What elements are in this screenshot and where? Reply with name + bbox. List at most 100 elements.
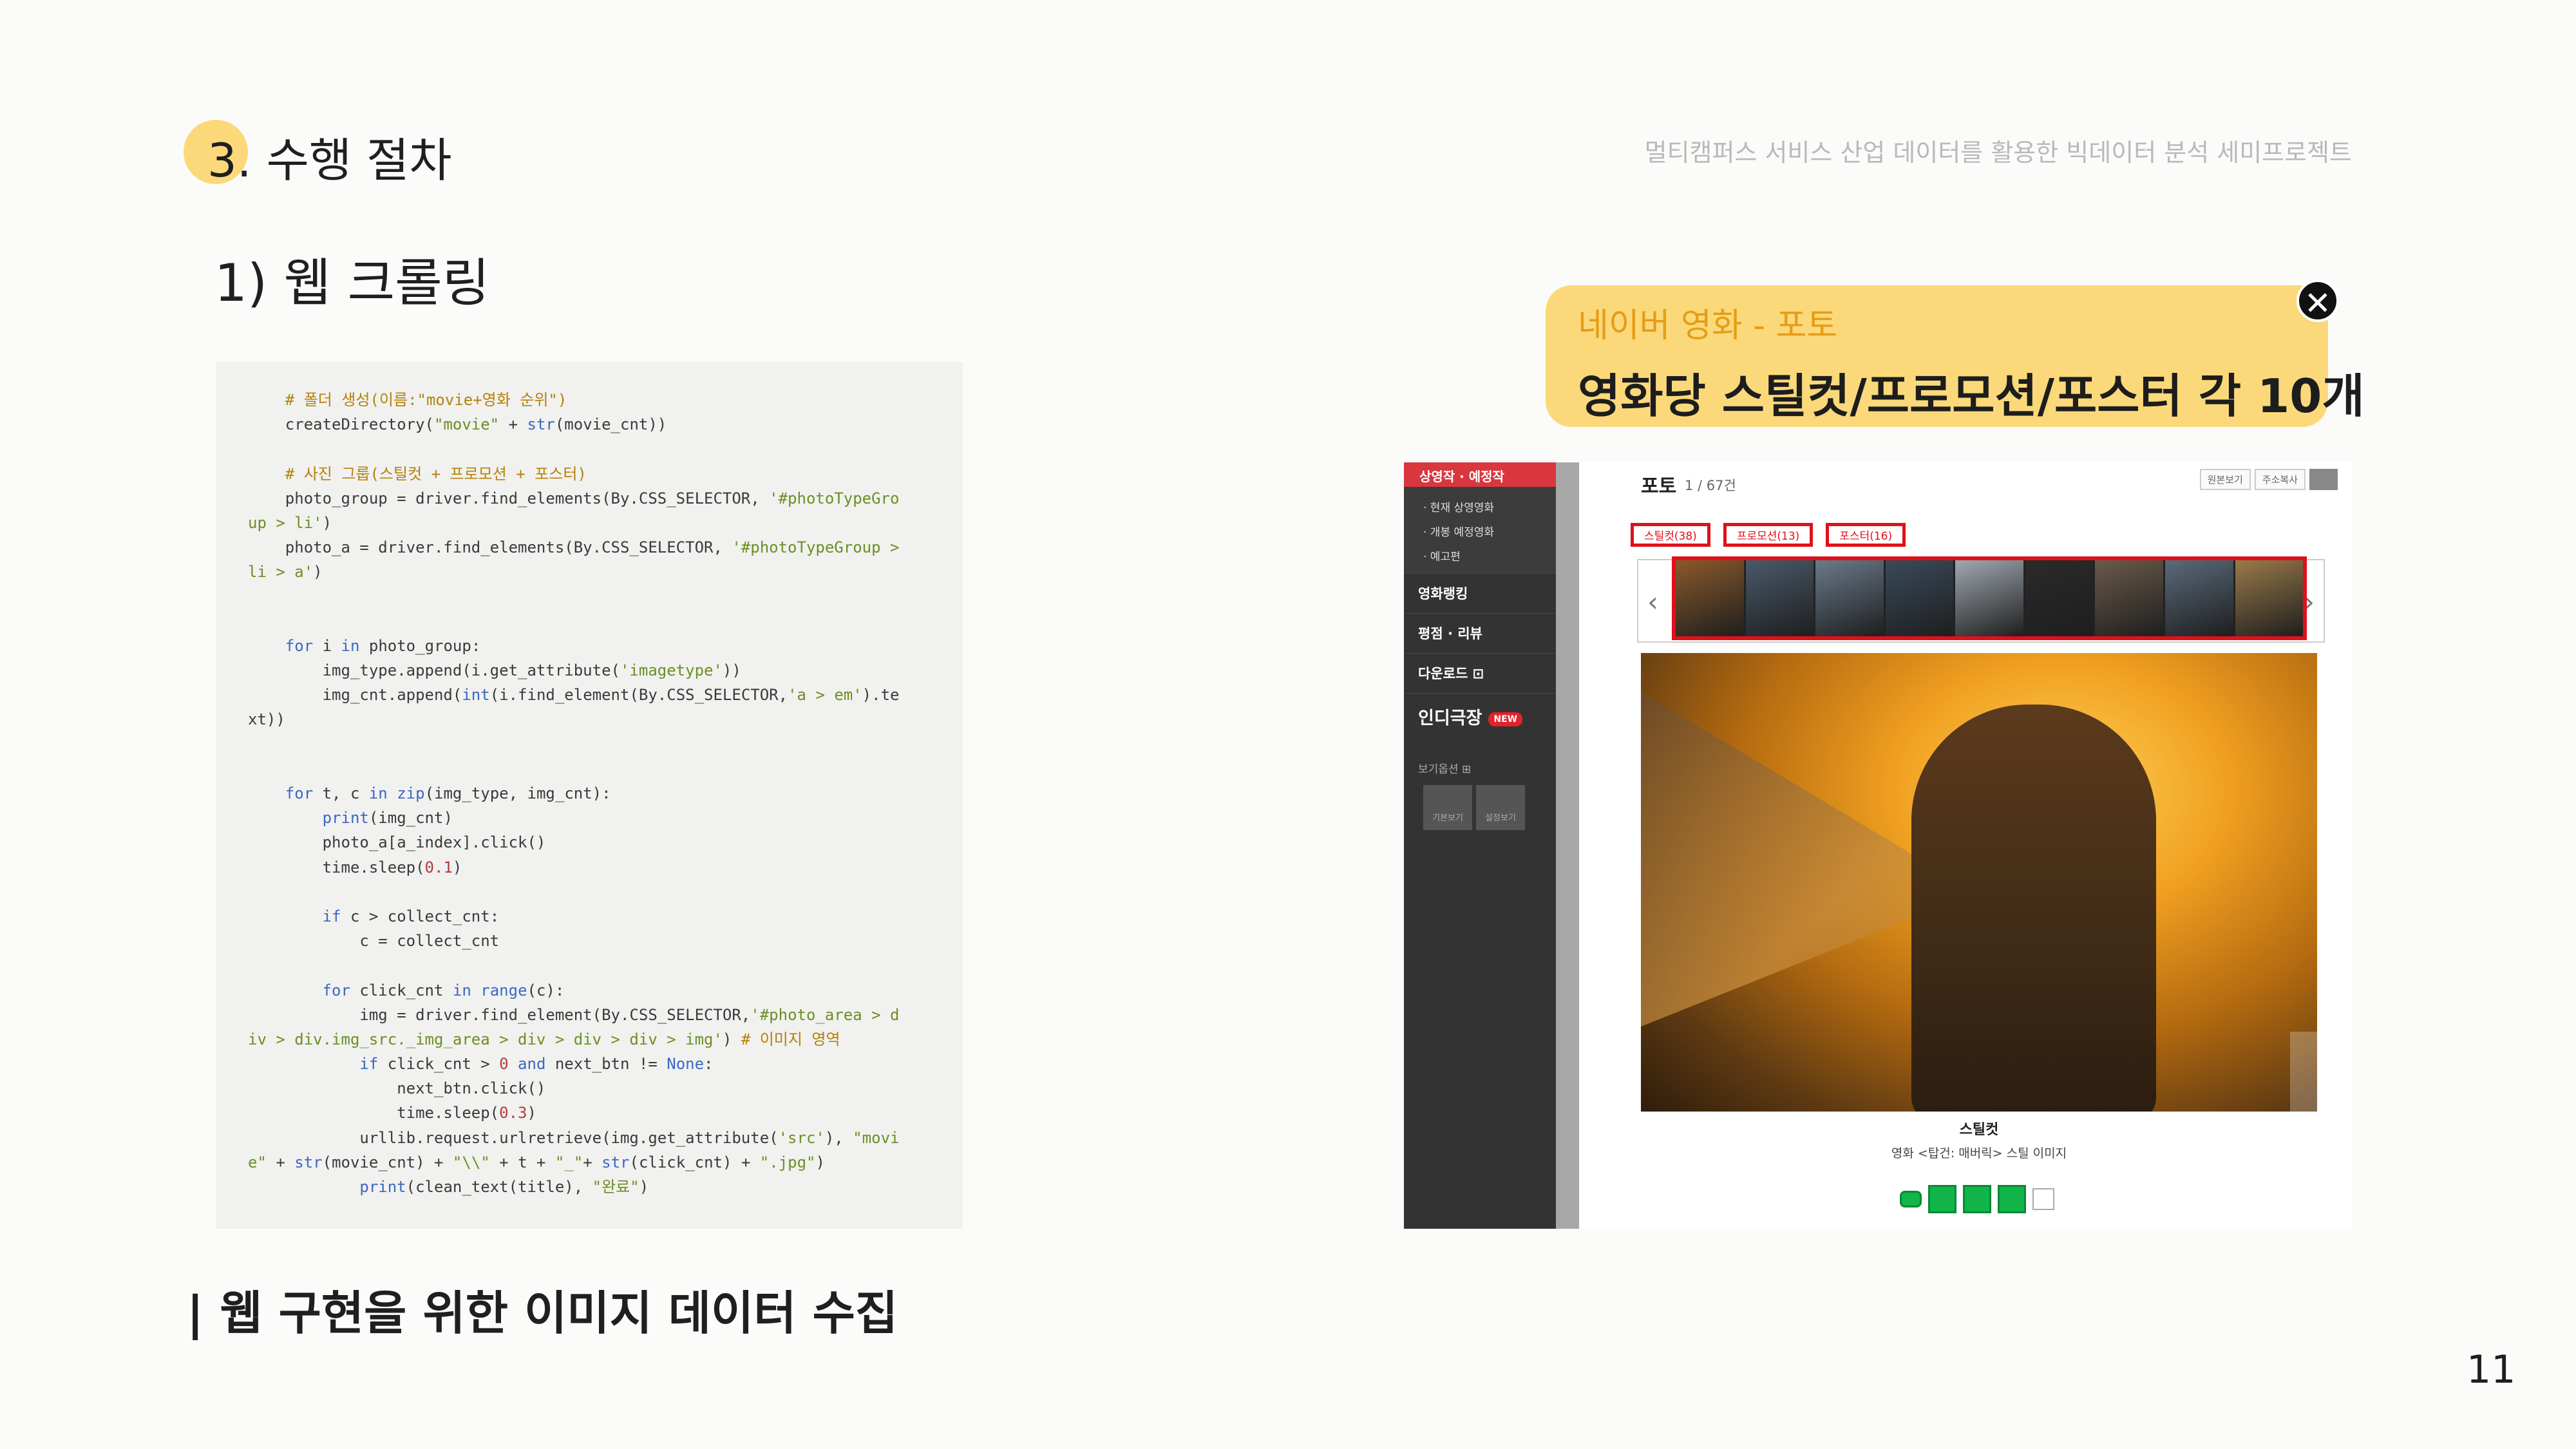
code-token: img = driver.find_element(By.CSS_SELECTO… [248, 1005, 751, 1024]
view-option-default[interactable]: 기본보기 [1423, 785, 1472, 830]
code-token: 'a > em' [788, 686, 862, 705]
copy-address-button[interactable]: 주소복사 [2254, 469, 2306, 490]
code-token: "_" [554, 1153, 583, 1171]
code-line: if click_cnt > 0 and next_btn != None: [248, 1052, 943, 1076]
code-token: xt)) [248, 710, 285, 729]
thumbnail-image[interactable] [2095, 560, 2163, 636]
code-line: img = driver.find_element(By.CSS_SELECTO… [248, 1003, 943, 1027]
code-line: # 사진 그룹(스틸컷 + 프로모션 + 포스터) [248, 462, 943, 486]
code-token: if [322, 907, 341, 925]
naver-movie-screenshot: 상영작 · 예정작 · 현재 상영영화 · 개봉 예정영화 · 예고편 영화랭킹… [1404, 462, 2352, 1229]
code-line: for t, c in zip(img_type, img_cnt): [248, 781, 943, 806]
chevron-left-icon[interactable]: ‹ [1647, 586, 1658, 618]
sidebar-header[interactable]: 상영작 · 예정작 [1404, 462, 1556, 487]
indie-label: 인디극장 [1418, 708, 1482, 728]
presentation-subtitle: 멀티캠퍼스 서비스 산업 데이터를 활용한 빅데이터 분석 세미프로젝트 [1644, 138, 2352, 167]
code-line: createDirectory("movie" + str(movie_cnt)… [248, 412, 943, 437]
code-line: e" + str(movie_cnt) + "\\" + t + "_"+ st… [248, 1150, 943, 1175]
code-token: urllib.request.urlretrieve(img.get_attri… [248, 1128, 779, 1147]
sidebar-item-download[interactable]: 다운로드 ⊡ [1404, 653, 1556, 693]
view-option-boxes: 기본보기 설정보기 [1404, 785, 1556, 830]
band-share-icon[interactable] [1998, 1185, 2026, 1213]
thumbnail-image[interactable] [2025, 560, 2094, 636]
code-line: iv > div.img_src._img_area > div > div >… [248, 1027, 943, 1052]
thumbnail-image[interactable] [1885, 560, 1954, 636]
sidebar-item-indie[interactable]: 인디극장 NEW [1404, 693, 1556, 743]
close-icon[interactable]: ✕ [2297, 279, 2339, 322]
code-line: photo_a = driver.find_elements(By.CSS_SE… [248, 535, 943, 560]
callout-subtitle: 네이버 영화 - 포토 [1578, 307, 1838, 345]
code-token: time.sleep( [248, 1104, 500, 1122]
thumbnail-image[interactable] [1815, 560, 1884, 636]
code-token: # 폴더 생성(이름:"movie+영화 순위") [248, 391, 567, 409]
thumbnail-image[interactable] [2235, 560, 2304, 636]
tab-stillcut[interactable]: 스틸컷(38) [1631, 523, 1710, 547]
main-photo: › [1641, 653, 2317, 1112]
code-token: ) [322, 513, 332, 532]
bookmark-icon[interactable] [1963, 1185, 1991, 1213]
sidebar-sub-item[interactable]: · 예고편 [1423, 545, 1556, 569]
tab-poster[interactable]: 포스터(16) [1826, 523, 1906, 547]
code-panel: # 폴더 생성(이름:"movie+영화 순위") createDirector… [216, 362, 963, 1229]
code-token: ) [452, 858, 462, 876]
code-token: "movie" [433, 415, 500, 434]
photo-type-tabs: 스틸컷(38) 프로모션(13) 포스터(16) [1631, 523, 1906, 547]
code-token: : [704, 1055, 714, 1074]
code-line: time.sleep(0.1) [248, 855, 943, 880]
code-token: photo_a[a_index].click() [248, 833, 546, 852]
kakao-share-icon[interactable] [1928, 1185, 1956, 1213]
next-photo-button[interactable]: › [2290, 1032, 2317, 1112]
code-token: for [285, 784, 314, 802]
code-line: img_type.append(i.get_attribute('imagety… [248, 658, 943, 683]
code-line: next_btn.click() [248, 1076, 943, 1101]
code-token: range [480, 981, 527, 999]
code-token: + [499, 415, 527, 434]
code-token: and [518, 1055, 546, 1074]
code-token: for [322, 981, 350, 999]
code-token: str [294, 1153, 323, 1171]
code-token: time.sleep( [248, 858, 425, 876]
code-token: # 이미지 영역 [741, 1030, 840, 1048]
photo-pilot-figure [1911, 705, 2156, 1112]
code-token: photo_group = driver.find_elements(By.CS… [248, 489, 770, 507]
code-line: for i in photo_group: [248, 634, 943, 658]
thumbnail-image[interactable] [1676, 560, 1744, 636]
thumbnail-image[interactable] [1955, 560, 2023, 636]
code-token: ) [639, 1178, 649, 1196]
link-share-icon[interactable] [2032, 1188, 2054, 1210]
sidebar-menu: 영화랭킹 평점 · 리뷰 다운로드 ⊡ 인디극장 NEW [1404, 573, 1556, 743]
bottom-caption: | 웹 구현을 위한 이미지 데이터 수집 [187, 1286, 898, 1340]
sidebar-item-reviews[interactable]: 평점 · 리뷰 [1404, 613, 1556, 653]
grid-view-icon[interactable] [2309, 469, 2338, 490]
photo-title: 포토 [1641, 475, 1677, 498]
sidebar-sub-item[interactable]: · 현재 상영영화 [1423, 496, 1556, 520]
sidebar-divider [1556, 462, 1579, 1229]
view-option-custom[interactable]: 설정보기 [1476, 785, 1525, 830]
view-original-button[interactable]: 원본보기 [2199, 469, 2251, 490]
line-share-icon[interactable] [1900, 1191, 1922, 1208]
code-token: + [266, 1153, 295, 1171]
thumbnail-image[interactable] [1745, 560, 1814, 636]
code-token: zip [397, 784, 425, 802]
sidebar-item-ranking[interactable]: 영화랭킹 [1404, 573, 1556, 613]
code-token: 0 [499, 1055, 509, 1074]
code-token: '#photo_area > d [750, 1005, 900, 1024]
code-token: ) [527, 1104, 536, 1122]
code-token: 'src' [778, 1128, 825, 1147]
tab-promotion[interactable]: 프로모션(13) [1723, 523, 1814, 547]
code-token: int [462, 686, 490, 705]
code-line: print(clean_text(title), "완료") [248, 1175, 943, 1199]
code-token: (movie_cnt) + [322, 1153, 453, 1171]
thumbnail-image[interactable] [2164, 560, 2233, 636]
code-token: "movi [853, 1128, 900, 1147]
code-token: ) [313, 563, 323, 582]
code-token: (c): [527, 981, 565, 999]
code-token: img_cnt.append( [248, 686, 462, 705]
code-token: ), [824, 1128, 853, 1147]
sidebar-sub-item[interactable]: · 개봉 예정영화 [1423, 520, 1556, 545]
